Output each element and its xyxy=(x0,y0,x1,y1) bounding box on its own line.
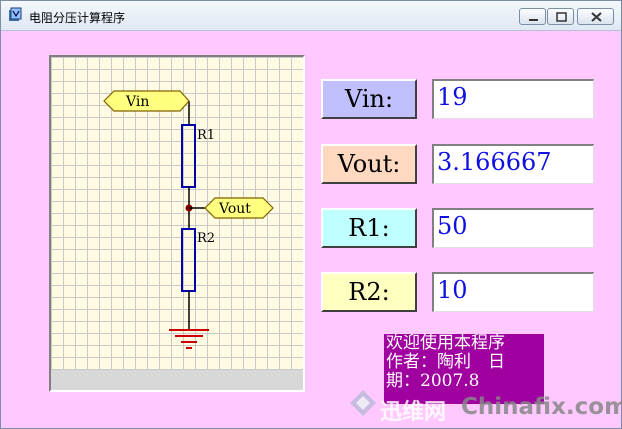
vout-tag-label: Vout xyxy=(218,201,251,217)
title-bar[interactable]: 电阻分压计算程序 xyxy=(1,1,621,31)
app-icon xyxy=(9,7,22,21)
r1-label-button[interactable]: R1: xyxy=(321,208,417,248)
r2-input[interactable]: 10 xyxy=(432,272,594,312)
circuit-diagram-panel: Vin Vout R1 R2 xyxy=(49,55,305,392)
vout-input[interactable]: 3.166667 xyxy=(432,144,594,184)
minimize-icon xyxy=(529,19,538,21)
vout-label-button[interactable]: Vout: xyxy=(321,144,417,184)
r1-input[interactable]: 50 xyxy=(432,208,594,248)
watermark: 迅维网 Chinafix.com xyxy=(346,384,622,428)
vin-tag-label: Vin xyxy=(125,94,149,110)
close-button[interactable] xyxy=(577,8,614,25)
watermark-en-text: Chinafix.com xyxy=(461,394,622,420)
ground-icon xyxy=(169,329,209,349)
window-title: 电阻分压计算程序 xyxy=(29,11,126,25)
maximize-icon xyxy=(556,12,567,22)
info-line-welcome: 欢迎使用本程序 xyxy=(386,333,505,353)
maximize-button[interactable] xyxy=(547,8,574,25)
r1-label: R1 xyxy=(197,128,215,143)
vin-label-button[interactable]: Vin: xyxy=(321,79,417,119)
close-icon xyxy=(591,12,602,22)
r2-label: R2 xyxy=(197,231,215,246)
r2-label-button[interactable]: R2: xyxy=(321,272,417,312)
info-line-author: 作者：陶利 日 xyxy=(386,352,505,372)
resistor-r1 xyxy=(181,124,196,188)
watermark-logo-icon xyxy=(350,390,376,416)
resistor-r2 xyxy=(181,228,196,292)
vin-input[interactable]: 19 xyxy=(432,79,594,119)
app-window: 电阻分压计算程序 Vin Vout R1 R2 Vin: Vout: R1: R… xyxy=(0,0,622,429)
circuit-grid: Vin Vout R1 R2 xyxy=(51,57,303,370)
watermark-cn-text: 迅维网 xyxy=(380,400,447,425)
minimize-button[interactable] xyxy=(519,8,546,25)
